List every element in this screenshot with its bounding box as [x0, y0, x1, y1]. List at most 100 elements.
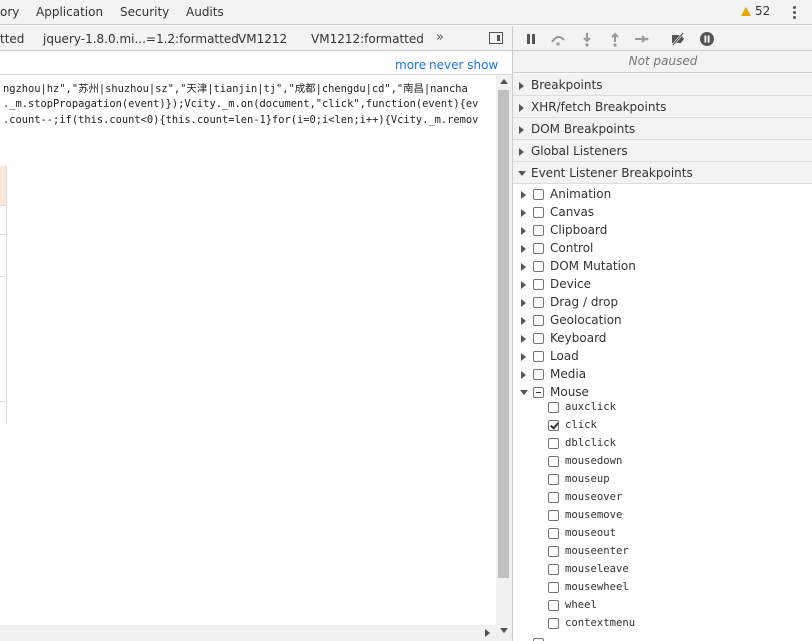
step-icon[interactable]: [633, 31, 649, 47]
chevron-right-icon[interactable]: [521, 299, 526, 307]
chevron-down-icon: [518, 171, 526, 176]
event-dblclick[interactable]: dblclick: [513, 435, 812, 453]
warnings-counter[interactable]: 52: [741, 4, 770, 18]
chevron-right-icon[interactable]: [521, 227, 526, 235]
event-mouseleave[interactable]: mouseleave: [513, 561, 812, 579]
toggle-debugger-icon[interactable]: [489, 32, 503, 44]
event-checkbox[interactable]: [548, 456, 559, 467]
event-checkbox[interactable]: [548, 492, 559, 503]
event-label: mousemove: [565, 509, 623, 521]
more-tabs-icon[interactable]: »: [436, 30, 444, 45]
section-event-listener-breakpoints[interactable]: Event Listener Breakpoints: [513, 162, 812, 184]
event-checkbox[interactable]: [548, 600, 559, 611]
chevron-right-icon[interactable]: [521, 353, 526, 361]
event-checkbox[interactable]: [548, 438, 559, 449]
tab-security[interactable]: Security: [120, 5, 169, 19]
file-tab[interactable]: jquery-1.8.0.mi...=1.2:formatted: [43, 32, 239, 46]
category-checkbox[interactable]: [533, 315, 544, 326]
vertical-scrollbar[interactable]: [496, 75, 512, 641]
tab-application[interactable]: Application: [36, 5, 103, 19]
event-checkbox[interactable]: [548, 528, 559, 539]
event-checkbox[interactable]: [548, 510, 559, 521]
chevron-right-icon[interactable]: [521, 209, 526, 217]
category-checkbox[interactable]: [533, 189, 544, 200]
event-category-dom-mutation[interactable]: DOM Mutation: [513, 258, 812, 276]
more-link[interactable]: more: [395, 58, 426, 72]
pause-icon[interactable]: [523, 31, 539, 47]
event-checkbox[interactable]: [548, 402, 559, 413]
pause-on-exceptions-icon[interactable]: [699, 31, 715, 47]
chevron-right-icon[interactable]: [521, 191, 526, 199]
scroll-thumb[interactable]: [498, 90, 509, 578]
event-checkbox[interactable]: [548, 582, 559, 593]
event-category-control[interactable]: Control: [513, 240, 812, 258]
event-checkbox[interactable]: [548, 618, 559, 629]
event-category-drag-drop[interactable]: Drag / drop: [513, 294, 812, 312]
category-checkbox[interactable]: [533, 243, 544, 254]
step-over-icon[interactable]: [550, 31, 566, 47]
chevron-right-icon[interactable]: [521, 245, 526, 253]
section-xhr-breakpoints[interactable]: XHR/fetch Breakpoints: [513, 96, 812, 118]
file-tab[interactable]: tted: [0, 32, 24, 46]
event-mousedown[interactable]: mousedown: [513, 453, 812, 471]
chevron-right-icon[interactable]: [521, 263, 526, 271]
category-checkbox[interactable]: [533, 279, 544, 290]
step-into-icon[interactable]: [579, 31, 595, 47]
event-mouseenter[interactable]: mouseenter: [513, 543, 812, 561]
never-show-link[interactable]: never show: [429, 58, 498, 72]
code-area[interactable]: ngzhou|hz","苏州|shuzhou|sz","天津|tianjin|t…: [0, 81, 496, 641]
horizontal-scrollbar[interactable]: [0, 625, 496, 641]
category-checkbox[interactable]: [533, 333, 544, 344]
event-checkbox[interactable]: [548, 546, 559, 557]
scroll-right-icon[interactable]: [485, 629, 490, 637]
event-click[interactable]: click: [513, 417, 812, 435]
chevron-right-icon[interactable]: [521, 281, 526, 289]
section-breakpoints[interactable]: Breakpoints: [513, 74, 812, 96]
chevron-right-icon[interactable]: [521, 317, 526, 325]
event-category-geolocation[interactable]: Geolocation: [513, 312, 812, 330]
event-mousewheel[interactable]: mousewheel: [513, 579, 812, 597]
deactivate-breakpoints-icon[interactable]: [670, 31, 686, 47]
section-global-listeners[interactable]: Global Listeners: [513, 140, 812, 162]
more-options-icon[interactable]: [793, 6, 797, 19]
chevron-right-icon[interactable]: [521, 371, 526, 379]
file-tab[interactable]: VM1212:formatted: [311, 32, 424, 46]
event-mouseup[interactable]: mouseup: [513, 471, 812, 489]
event-checkbox[interactable]: [548, 474, 559, 485]
chevron-right-icon[interactable]: [521, 335, 526, 343]
category-label: Load: [550, 349, 579, 363]
event-category-canvas[interactable]: Canvas: [513, 204, 812, 222]
event-label: mouseenter: [565, 545, 629, 557]
tab-memory[interactable]: ory: [0, 5, 19, 19]
event-checkbox[interactable]: [548, 564, 559, 575]
event-category-clipboard[interactable]: Clipboard: [513, 222, 812, 240]
category-checkbox[interactable]: [533, 225, 544, 236]
category-checkbox[interactable]: [533, 261, 544, 272]
category-checkbox[interactable]: [533, 369, 544, 380]
event-label: mouseover: [565, 491, 623, 503]
step-out-icon[interactable]: [607, 31, 623, 47]
category-checkbox[interactable]: [533, 351, 544, 362]
event-mouseover[interactable]: mouseover: [513, 489, 812, 507]
chevron-down-icon[interactable]: [520, 390, 528, 395]
event-category-media[interactable]: Media: [513, 366, 812, 384]
scroll-down-icon[interactable]: [500, 628, 508, 633]
event-checkbox[interactable]: [548, 420, 559, 431]
event-mouseout[interactable]: mouseout: [513, 525, 812, 543]
event-contextmenu[interactable]: contextmenu: [513, 615, 812, 633]
category-checkbox[interactable]: [533, 297, 544, 308]
event-category-load[interactable]: Load: [513, 348, 812, 366]
event-category-keyboard[interactable]: Keyboard: [513, 330, 812, 348]
event-auxclick[interactable]: auxclick: [513, 399, 812, 417]
event-wheel[interactable]: wheel: [513, 597, 812, 615]
section-dom-breakpoints[interactable]: DOM Breakpoints: [513, 118, 812, 140]
chevron-right-icon: [519, 82, 524, 90]
event-category-animation[interactable]: Animation: [513, 186, 812, 204]
tab-audits[interactable]: Audits: [186, 5, 224, 19]
file-tab[interactable]: VM1212: [238, 32, 287, 46]
event-category-device[interactable]: Device: [513, 276, 812, 294]
scroll-up-icon[interactable]: [500, 79, 508, 84]
event-mousemove[interactable]: mousemove: [513, 507, 812, 525]
category-checkbox[interactable]: [533, 207, 544, 218]
category-checkbox[interactable]: [533, 387, 544, 398]
